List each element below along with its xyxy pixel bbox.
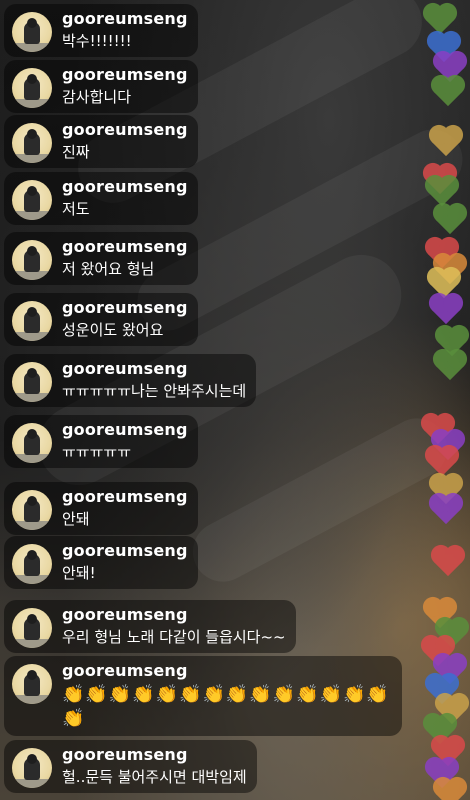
comment: gooreumseng 안돼 [4,482,198,535]
heart-icon [433,547,463,577]
comment-message: ㅠㅠㅠㅠㅠ [62,443,132,461]
comment: gooreumseng 성운이도 왔어요 [4,293,198,346]
comment-message: 👏👏👏👏👏👏👏👏👏👏👏👏👏👏👏 [62,684,390,729]
comment: gooreumseng 저도 [4,172,198,225]
comment-username[interactable]: gooreumseng [62,745,247,765]
avatar[interactable] [12,748,52,788]
avatar[interactable] [12,301,52,341]
comment-username[interactable]: gooreumseng [62,298,188,318]
comment: gooreumseng ㅠㅠㅠㅠㅠ나는 안봐주시는데 [4,354,257,407]
comment-username[interactable]: gooreumseng [62,487,188,507]
avatar[interactable] [12,664,52,704]
comment-username[interactable]: gooreumseng [62,420,188,440]
heart-icon [431,295,461,325]
avatar[interactable] [12,123,52,163]
comment-message: 감사합니다 [62,88,132,106]
comment-message: 안돼 [62,510,90,528]
heart-icon [431,495,461,525]
comment: gooreumseng 감사합니다 [4,60,198,113]
comment-username[interactable]: gooreumseng [62,237,188,257]
comment-username[interactable]: gooreumseng [62,177,188,197]
comment-message: 안돼! [62,564,96,582]
comment: gooreumseng 👏👏👏👏👏👏👏👏👏👏👏👏👏👏👏 [4,656,402,736]
comment-message: 저도 [62,200,90,218]
avatar[interactable] [12,12,52,52]
avatar[interactable] [12,544,52,584]
comment: gooreumseng ㅠㅠㅠㅠㅠ [4,415,198,468]
comment: gooreumseng 우리 형님 노래 다같이 들읍시다~~ [4,600,296,653]
avatar[interactable] [12,362,52,402]
avatar[interactable] [12,180,52,220]
comment-message: 성운이도 왔어요 [62,321,164,339]
heart-icon [433,77,463,107]
comment-username[interactable]: gooreumseng [62,605,286,625]
comment-username[interactable]: gooreumseng [62,661,392,681]
heart-icon [435,351,465,381]
avatar[interactable] [12,240,52,280]
background-fold [182,407,458,593]
avatar[interactable] [12,423,52,463]
comment-message: 진짜 [62,143,90,161]
comment-username[interactable]: gooreumseng [62,541,188,561]
comment-message: 저 왔어요 형님 [62,260,155,278]
comment: gooreumseng 헐..문득 불어주시면 대박임제 [4,740,257,793]
comment-message: ㅠㅠㅠㅠㅠ나는 안봐주시는데 [62,382,247,400]
comment: gooreumseng 저 왔어요 형님 [4,232,198,285]
comment-username[interactable]: gooreumseng [62,359,246,379]
avatar[interactable] [12,490,52,530]
comment: gooreumseng 박수!!!!!!! [4,4,198,57]
avatar[interactable] [12,608,52,648]
comment: gooreumseng 진짜 [4,115,198,168]
comment-username[interactable]: gooreumseng [62,9,188,29]
comment-username[interactable]: gooreumseng [62,65,188,85]
comment-username[interactable]: gooreumseng [62,120,188,140]
comment-message: 박수!!!!!!! [62,32,132,50]
heart-icon [435,205,465,235]
heart-icon [431,127,461,157]
floating-hearts [420,0,470,800]
heart-icon [435,779,465,800]
comment-message: 헐..문득 불어주시면 대박임제 [62,768,247,786]
avatar[interactable] [12,68,52,108]
comment: gooreumseng 안돼! [4,536,198,589]
comment-message: 우리 형님 노래 다같이 들읍시다~~ [62,628,286,646]
